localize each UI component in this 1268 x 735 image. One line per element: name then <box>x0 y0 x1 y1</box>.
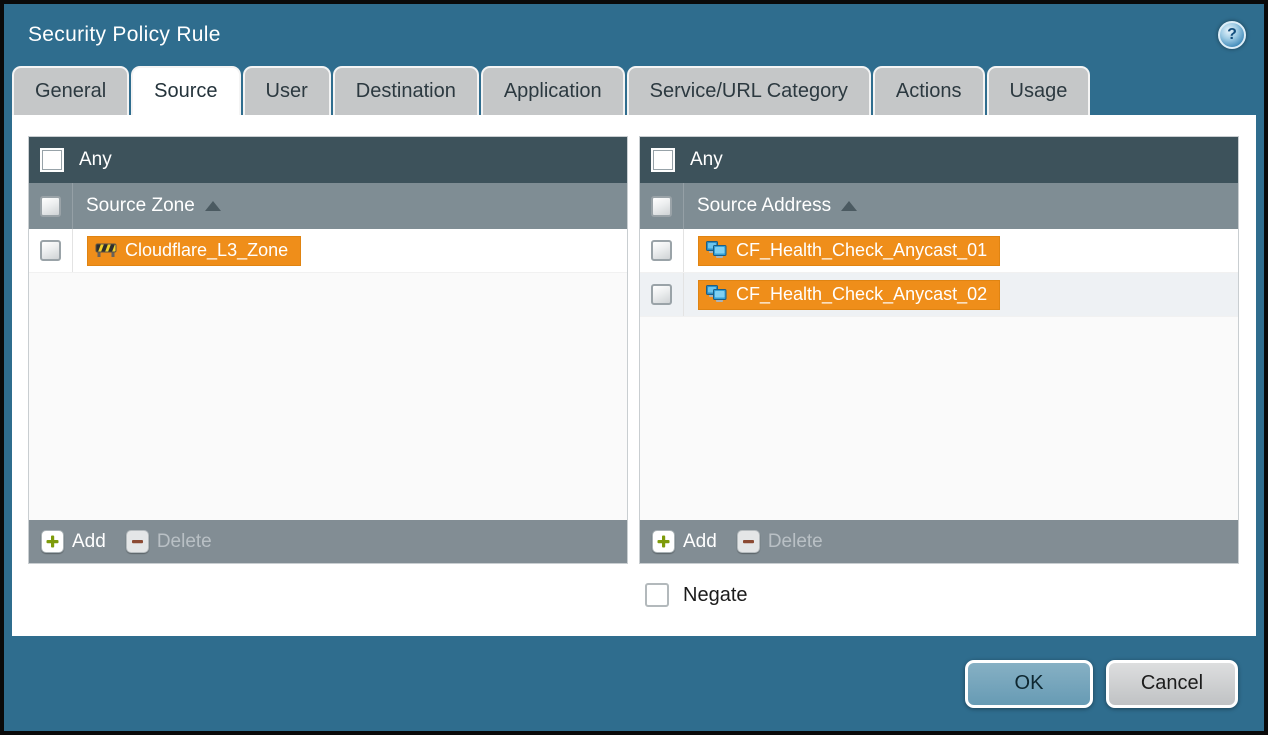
source-address-any-bar: Any <box>640 137 1238 183</box>
object-label: Cloudflare_L3_Zone <box>125 240 288 261</box>
tab-usage[interactable]: Usage <box>987 66 1091 115</box>
address-icon <box>706 285 728 303</box>
table-row[interactable]: Cloudflare_L3_Zone <box>29 229 627 273</box>
dialog-title: Security Policy Rule <box>28 23 221 47</box>
tab-general[interactable]: General <box>12 66 129 115</box>
security-policy-rule-dialog: Security Policy Rule ? GeneralSourceUser… <box>0 0 1268 735</box>
row-checkbox[interactable] <box>651 284 672 305</box>
object-tag[interactable]: Cloudflare_L3_Zone <box>87 236 301 266</box>
object-tag[interactable]: CF_Health_Check_Anycast_02 <box>698 280 1000 310</box>
delete-label: Delete <box>157 531 212 553</box>
tab-actions[interactable]: Actions <box>873 66 985 115</box>
source-address-toolbar: Add Delete <box>640 520 1238 563</box>
object-label: CF_Health_Check_Anycast_01 <box>736 240 987 261</box>
table-row[interactable]: CF_Health_Check_Anycast_01 <box>640 229 1238 273</box>
tab-source[interactable]: Source <box>131 66 240 115</box>
source-panels: Any Source Zone <box>12 115 1256 564</box>
dialog-titlebar: Security Policy Rule ? <box>4 4 1264 66</box>
delete-button[interactable]: Delete <box>737 530 823 553</box>
help-icon[interactable]: ? <box>1218 21 1246 49</box>
negate-row: Negate <box>645 583 1256 607</box>
address-icon <box>706 241 728 259</box>
sort-ascending-icon <box>841 201 857 211</box>
add-button[interactable]: Add <box>41 530 106 553</box>
row-checkbox-cell <box>29 229 73 272</box>
header-checkbox-cell <box>29 183 73 229</box>
source-zone-toolbar: Add Delete <box>29 520 627 563</box>
column-title: Source Address <box>697 195 831 217</box>
select-all-checkbox[interactable] <box>40 196 61 217</box>
select-all-checkbox[interactable] <box>651 196 672 217</box>
source-zone-any-label: Any <box>79 149 112 171</box>
column-title: Source Zone <box>86 195 195 217</box>
source-zone-table-body: Cloudflare_L3_Zone <box>29 229 627 520</box>
add-button[interactable]: Add <box>652 530 717 553</box>
row-checkbox[interactable] <box>651 240 672 261</box>
add-label: Add <box>72 531 106 553</box>
source-address-any-checkbox[interactable] <box>651 148 675 172</box>
negate-checkbox[interactable] <box>645 583 669 607</box>
plus-icon <box>652 530 675 553</box>
table-row[interactable]: CF_Health_Check_Anycast_02 <box>640 273 1238 317</box>
row-checkbox-cell <box>640 273 684 316</box>
object-label: CF_Health_Check_Anycast_02 <box>736 284 987 305</box>
delete-label: Delete <box>768 531 823 553</box>
header-checkbox-cell <box>640 183 684 229</box>
row-checkbox-cell <box>640 229 684 272</box>
source-address-any-label: Any <box>690 149 723 171</box>
tab-destination[interactable]: Destination <box>333 66 479 115</box>
sort-ascending-icon <box>205 201 221 211</box>
source-address-table-body: CF_Health_Check_Anycast_01 CF_Health_Che… <box>640 229 1238 520</box>
plus-icon <box>41 530 64 553</box>
dialog-content: Any Source Zone <box>12 115 1256 636</box>
delete-button[interactable]: Delete <box>126 530 212 553</box>
object-tag[interactable]: CF_Health_Check_Anycast_01 <box>698 236 1000 266</box>
minus-icon <box>737 530 760 553</box>
dialog-footer: OK Cancel <box>4 636 1264 731</box>
minus-icon <box>126 530 149 553</box>
tab-user[interactable]: User <box>243 66 331 115</box>
negate-label: Negate <box>683 584 748 607</box>
tab-service-url-category[interactable]: Service/URL Category <box>627 66 871 115</box>
source-zone-any-bar: Any <box>29 137 627 183</box>
tab-application[interactable]: Application <box>481 66 625 115</box>
ok-button[interactable]: OK <box>965 660 1093 708</box>
source-zone-panel: Any Source Zone <box>28 136 628 564</box>
row-checkbox[interactable] <box>40 240 61 261</box>
source-address-column-header[interactable]: Source Address <box>640 183 1238 229</box>
add-label: Add <box>683 531 717 553</box>
tab-bar: GeneralSourceUserDestinationApplicationS… <box>4 66 1264 115</box>
source-zone-any-checkbox[interactable] <box>40 148 64 172</box>
source-address-panel: Any Source Address <box>639 136 1239 564</box>
zone-icon <box>95 242 117 258</box>
cancel-button[interactable]: Cancel <box>1106 660 1238 708</box>
source-zone-column-header[interactable]: Source Zone <box>29 183 627 229</box>
